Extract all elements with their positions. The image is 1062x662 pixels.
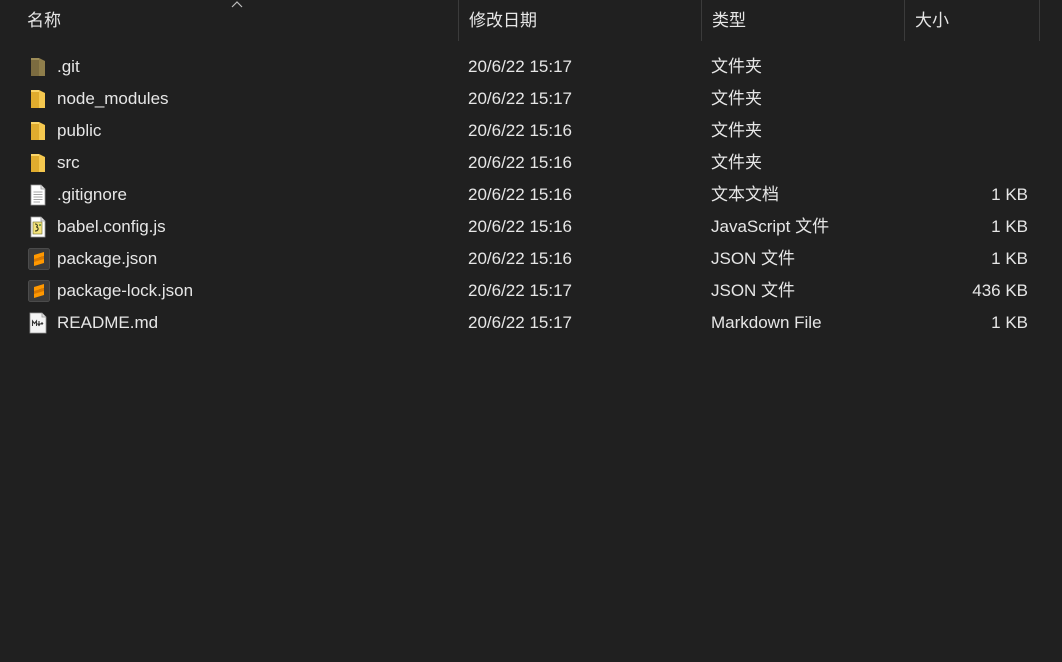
file-type: JSON 文件 [711,281,796,300]
file-name: .gitignore [57,185,127,204]
file-date: 20/6/22 15:17 [468,281,572,300]
file-type: Markdown File [711,313,822,332]
file-size: 1 KB [991,249,1028,268]
js-file-icon [28,216,48,238]
file-row-readme[interactable]: README.md 20/6/22 15:17 Markdown File 1 … [0,307,1062,339]
file-size: 436 KB [972,281,1028,300]
file-type: JSON 文件 [711,249,796,268]
file-name: package-lock.json [57,281,194,300]
column-header-type[interactable]: 类型 [702,0,904,41]
folder-icon [28,120,48,142]
file-size: 1 KB [991,217,1028,236]
file-date: 20/6/22 15:16 [468,185,572,204]
git-folder-icon [28,56,48,78]
folder-icon [28,88,48,110]
folder-icon [28,152,48,174]
file-date: 20/6/22 15:16 [468,249,572,268]
file-date: 20/6/22 15:16 [468,153,572,172]
column-header-date-modified[interactable]: 修改日期 [459,0,701,41]
file-type: 文件夹 [711,89,762,108]
file-date: 20/6/22 15:17 [468,89,572,108]
file-date: 20/6/22 15:17 [468,313,572,332]
file-row-node-modules[interactable]: node_modules 20/6/22 15:17 文件夹 [0,83,1062,115]
file-name: README.md [57,313,159,332]
file-name: src [57,153,80,172]
file-row-package-lock-json[interactable]: package-lock.json 20/6/22 15:17 JSON 文件 … [0,275,1062,307]
file-name: .git [57,57,80,76]
file-date: 20/6/22 15:17 [468,57,572,76]
file-list: .git 20/6/22 15:17 文件夹 node_modules 20/6… [0,51,1062,339]
file-type: 文件夹 [711,153,762,172]
file-date: 20/6/22 15:16 [468,121,572,140]
file-row-public[interactable]: public 20/6/22 15:16 文件夹 [0,115,1062,147]
file-name: babel.config.js [57,217,166,236]
file-type: JavaScript 文件 [711,217,830,236]
file-name: package.json [57,249,158,268]
file-row-babel-config[interactable]: babel.config.js 20/6/22 15:16 JavaScript… [0,211,1062,243]
file-name: node_modules [57,89,169,108]
column-header-bar: 名称 修改日期 类型 大小 [0,0,1062,41]
file-date: 20/6/22 15:16 [468,217,572,236]
file-size: 1 KB [991,185,1028,204]
file-explorer: 名称 修改日期 类型 大小 .git 20/6/22 15:17 文件夹 nod… [0,0,1062,662]
column-divider[interactable] [1039,0,1040,41]
column-header-size[interactable]: 大小 [905,0,1039,41]
file-row-gitignore[interactable]: .gitignore 20/6/22 15:16 文本文档 1 KB [0,179,1062,211]
column-header-name[interactable]: 名称 [17,0,458,41]
file-size: 1 KB [991,313,1028,332]
file-type: 文件夹 [711,121,762,140]
file-type: 文件夹 [711,57,762,76]
text-file-icon [28,184,48,206]
file-type: 文本文档 [711,185,779,204]
file-row-src[interactable]: src 20/6/22 15:16 文件夹 [0,147,1062,179]
file-row-package-json[interactable]: package.json 20/6/22 15:16 JSON 文件 1 KB [0,243,1062,275]
sublime-file-icon [28,248,50,270]
sublime-file-icon [28,280,50,302]
file-row-git[interactable]: .git 20/6/22 15:17 文件夹 [0,51,1062,83]
file-name: public [57,121,102,140]
markdown-file-icon [28,312,48,334]
